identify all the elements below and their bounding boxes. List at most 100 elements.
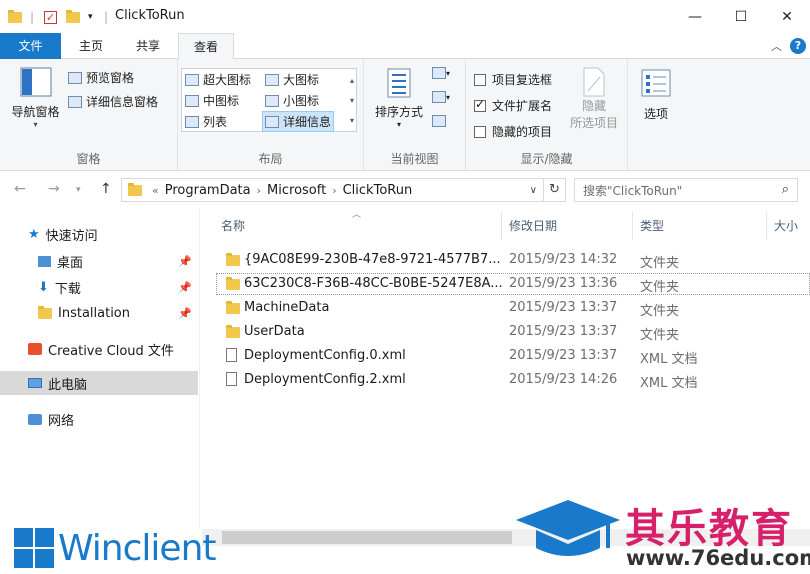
size-columns-button[interactable] (432, 115, 446, 127)
options-icon (641, 69, 671, 97)
item-checkboxes-toggle[interactable]: 项目复选框 (474, 71, 552, 88)
file-date: 2015/9/23 13:37 (509, 324, 618, 339)
sort-by-icon (387, 68, 411, 98)
breadcrumb-programdata[interactable]: ProgramData (165, 183, 251, 198)
pin-icon[interactable]: 📌 (178, 281, 192, 294)
table-row[interactable]: MachineData 2015/9/23 13:37 文件夹 (216, 297, 810, 319)
file-name: MachineData (244, 300, 330, 315)
layout-extra-large-label: 超大图标 (203, 73, 252, 87)
breadcrumb-clicktorun[interactable]: ClickToRun (343, 183, 413, 198)
layout-details[interactable]: 详细信息 (262, 111, 335, 132)
xml-file-icon (226, 348, 237, 362)
column-header-name[interactable]: 名称 (221, 210, 245, 242)
layout-large-icons[interactable]: 大图标 (265, 71, 319, 88)
chevron-down-icon: ▾ (396, 120, 401, 129)
help-icon[interactable]: ? (790, 38, 806, 54)
hide-selected-label-line1: 隐藏 (581, 99, 606, 113)
item-checkboxes-checkbox[interactable] (474, 73, 486, 86)
properties-checkmark-icon[interactable]: ✓ (44, 8, 57, 26)
tab-share[interactable]: 共享 (123, 33, 173, 59)
file-name: DeploymentConfig.0.xml (244, 348, 406, 363)
desktop-icon (38, 255, 51, 267)
layout-extra-large-icons[interactable]: 超大图标 (185, 71, 251, 88)
preview-pane-icon (68, 71, 82, 84)
column-divider[interactable] (766, 212, 767, 240)
add-columns-button[interactable]: ▾ (432, 91, 450, 103)
sidebar-item-this-pc[interactable]: 此电脑 (0, 371, 198, 395)
layout-gallery-scroll[interactable]: ▴ ▾ ▾ (350, 71, 354, 131)
table-row[interactable]: 63C230C8-F36B-48CC-B0BE-5247E8A... 2015/… (216, 273, 810, 295)
sidebar-item-downloads[interactable]: ⬇ 下载 📌 (0, 275, 198, 299)
layout-large-label: 大图标 (283, 73, 320, 87)
sidebar-item-network[interactable]: 网络 (0, 407, 198, 431)
sidebar-item-quick-access[interactable]: ★ 快速访问 (0, 222, 198, 246)
breadcrumb-separator-icon[interactable]: › (332, 184, 336, 197)
tab-home[interactable]: 主页 (66, 33, 116, 59)
address-bar[interactable]: « ProgramData › Microsoft › ClickToRun ∨ (121, 178, 544, 202)
sidebar-item-installation[interactable]: Installation 📌 (0, 301, 198, 325)
item-checkboxes-label: 项目复选框 (492, 73, 553, 87)
search-box[interactable]: 搜索"ClickToRun" ⌕ (574, 178, 798, 202)
breadcrumb-separator-icon[interactable]: › (257, 184, 261, 197)
sidebar-item-creative-cloud[interactable]: Creative Cloud 文件 (0, 337, 198, 361)
refresh-icon[interactable]: ↻ (544, 178, 566, 202)
sidebar-item-label: 快速访问 (45, 228, 98, 244)
file-date: 2015/9/23 13:37 (509, 300, 618, 315)
column-divider[interactable] (501, 212, 502, 240)
creative-cloud-folder-icon (28, 343, 42, 355)
close-button[interactable]: ✕ (764, 0, 810, 33)
file-name: DeploymentConfig.2.xml (244, 372, 406, 387)
file-extensions-checkbox[interactable] (474, 97, 486, 112)
scrollbar-thumb[interactable] (222, 531, 512, 544)
layout-list[interactable]: 列表 (185, 113, 227, 130)
file-type: XML 文档 (640, 376, 698, 391)
navigation-pane-button[interactable]: 导航窗格 ▾ (8, 67, 63, 129)
layout-small-icons[interactable]: 小图标 (265, 92, 319, 109)
new-folder-icon[interactable] (66, 8, 80, 26)
pin-icon[interactable]: 📌 (178, 255, 192, 268)
sidebar-item-label: 此电脑 (48, 377, 88, 393)
group-by-button[interactable]: ▾ (432, 67, 450, 79)
recent-locations-chevron-icon[interactable]: ▾ (76, 185, 81, 195)
folder-icon (38, 305, 52, 319)
layout-medium-label: 中图标 (203, 94, 240, 108)
breadcrumb-microsoft[interactable]: Microsoft (267, 183, 326, 198)
table-row[interactable]: UserData 2015/9/23 13:37 文件夹 (216, 321, 810, 343)
sidebar-item-desktop[interactable]: 桌面 📌 (0, 249, 198, 273)
options-button[interactable]: 选项 (636, 69, 676, 122)
up-arrow-icon[interactable]: ↑ (100, 181, 112, 197)
forward-arrow-icon[interactable]: → (48, 181, 60, 197)
back-arrow-icon[interactable]: ← (14, 181, 26, 197)
column-header-date[interactable]: 修改日期 (509, 210, 557, 242)
details-pane-button[interactable]: 详细信息窗格 (68, 93, 158, 110)
maximize-button[interactable]: ☐ (718, 0, 764, 33)
sidebar-item-label: Creative Cloud 文件 (48, 343, 174, 359)
column-divider[interactable] (632, 212, 633, 240)
table-row[interactable]: {9AC08E99-230B-47e8-9721-4577B7... 2015/… (216, 249, 810, 271)
quick-access-dropdown-icon[interactable]: ▾ (88, 8, 93, 26)
sort-by-button[interactable]: 排序方式 ▾ (372, 67, 426, 129)
table-row[interactable]: DeploymentConfig.0.xml 2015/9/23 13:37 X… (216, 345, 810, 367)
pin-icon[interactable]: 📌 (178, 307, 192, 320)
details-pane-label: 详细信息窗格 (86, 95, 159, 109)
preview-pane-button[interactable]: 预览窗格 (68, 69, 134, 86)
tab-view[interactable]: 查看 (178, 33, 234, 60)
medium-icons-icon (185, 94, 199, 107)
ribbon-collapse-icon[interactable]: ︿ (771, 38, 782, 54)
winclient-watermark-text: Winclient (58, 527, 216, 569)
column-header-size[interactable]: 大小 (774, 210, 798, 242)
column-header-type[interactable]: 类型 (640, 210, 664, 242)
search-icon[interactable]: ⌕ (782, 182, 789, 197)
minimize-button[interactable]: — (672, 0, 718, 33)
layout-medium-icons[interactable]: 中图标 (185, 92, 239, 109)
breadcrumb-overflow[interactable]: « (152, 184, 159, 197)
address-dropdown-icon[interactable]: ∨ (530, 185, 537, 196)
hide-selected-button[interactable]: 隐藏 所选项目 (566, 67, 622, 131)
hidden-items-checkbox[interactable] (474, 125, 486, 138)
table-row[interactable]: DeploymentConfig.2.xml 2015/9/23 14:26 X… (216, 369, 810, 391)
hidden-items-toggle[interactable]: 隐藏的项目 (474, 123, 552, 140)
file-extensions-toggle[interactable]: 文件扩展名 (474, 97, 552, 114)
address-folder-icon (128, 182, 142, 196)
tab-file[interactable]: 文件 (0, 33, 61, 59)
options-label: 选项 (643, 107, 668, 121)
